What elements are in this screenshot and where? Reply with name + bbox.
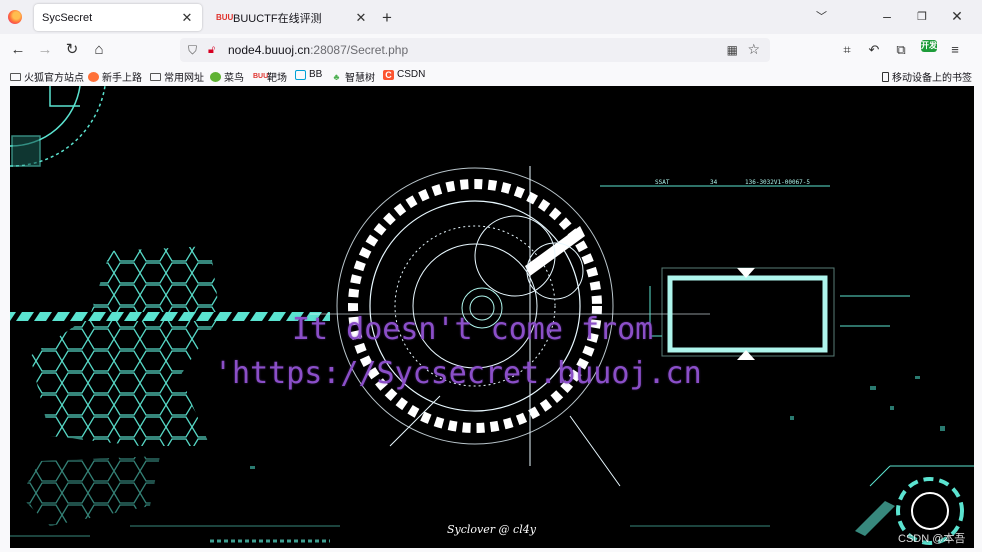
url-host: node4.buuoj.cn [228, 43, 311, 57]
tracking-shield-icon[interactable]: ⛉ [188, 43, 202, 58]
bookmark-label: 常用网址 [164, 73, 204, 84]
bookmark-star-icon[interactable]: ☆ [747, 41, 760, 58]
tree-icon: ♣ [333, 71, 340, 82]
bookmark-label: BB [309, 69, 323, 80]
undo-icon[interactable]: ↶ [865, 41, 883, 59]
bookmark-label: 火狐官方站点 [24, 73, 84, 84]
mobile-bookmarks[interactable]: 移动设备上的书签 [882, 69, 972, 84]
url-bar[interactable]: ⛉ 🔓︎ node4.buuoj.cn:28087/Secret.php ▦ ☆ [180, 38, 770, 62]
tab-buuctf[interactable]: BUU BUUCTF在线评测 ✕ [208, 4, 376, 31]
mobile-phone-icon [882, 71, 889, 82]
svg-text:136-3032V1-00067-5: 136-3032V1-00067-5 [745, 179, 810, 186]
dev-extension-icon[interactable]: 开发 [921, 40, 937, 52]
svg-text:SSAT: SSAT [655, 179, 670, 186]
reload-icon[interactable]: ↻ [62, 40, 82, 60]
bookmark-item[interactable]: C CSDN [383, 69, 425, 80]
bookmark-label: 智慧树 [345, 73, 375, 84]
back-arrow-icon[interactable]: ← [8, 40, 28, 60]
referer-message-line1: It doesn't come from [292, 312, 654, 347]
tab-title: SycSecret [42, 11, 93, 24]
svg-text:34: 34 [710, 179, 718, 186]
bookmark-item[interactable]: 常用网址 [150, 69, 204, 84]
mobile-bookmarks-label: 移动设备上的书签 [892, 73, 972, 84]
close-tab-icon[interactable]: ✕ [180, 10, 194, 26]
forward-arrow-icon[interactable]: → [35, 40, 55, 60]
minimize-icon[interactable]: – [872, 8, 902, 24]
bookmark-label: 新手上路 [102, 73, 142, 84]
csdn-icon: C [383, 69, 394, 80]
bookmark-item[interactable]: 新手上路 [88, 69, 142, 84]
tab-bar: SycSecret ✕ BUU BUUCTF在线评测 ✕ + ﹀ – ❐ ✕ [0, 0, 982, 34]
bookmark-label: 靶场 [267, 73, 287, 84]
runoob-icon [210, 71, 221, 82]
window-close-icon[interactable]: ✕ [942, 8, 972, 25]
firefox-icon [88, 71, 99, 82]
nav-bar: ← → ↻ ⌂ ⛉ 🔓︎ node4.buuoj.cn:28087/Secret… [0, 34, 982, 66]
insecure-lock-icon[interactable]: 🔓︎ [208, 44, 222, 57]
signature-text: Syclover @ cl4y [447, 523, 536, 536]
csdn-watermark: CSDN @本吾 [898, 533, 966, 545]
bookmark-item[interactable]: BB [295, 69, 322, 80]
qr-code-icon[interactable]: ▦ [727, 43, 738, 57]
home-icon[interactable]: ⌂ [89, 40, 109, 60]
list-tabs-chevron-down-icon[interactable]: ﹀ [816, 8, 827, 24]
hud-label-text: SSAT 34 136-3032V1-00067-5 [655, 179, 810, 186]
bookmark-label: CSDN [397, 69, 426, 80]
url-path: :28087/Secret.php [310, 43, 409, 57]
corner-circuit-top-left [10, 86, 106, 167]
tab-title: BUUCTF在线评测 [233, 12, 322, 25]
close-tab-icon[interactable]: ✕ [354, 10, 368, 26]
referer-message-line2: 'https://Sycsecret.buuoj.cn [214, 356, 702, 391]
page-content: SSAT 34 136-3032V1-00067-5 It doesn't co… [10, 86, 974, 548]
extensions-puzzle-icon[interactable]: ⧉ [892, 41, 910, 59]
bilibili-icon [295, 69, 306, 80]
buu-favicon-icon: BUU [216, 12, 234, 22]
striped-bar [10, 312, 330, 321]
bookmark-item[interactable]: ♣ 智慧树 [331, 69, 375, 85]
hexagon-grid [20, 246, 220, 526]
new-tab-plus-icon[interactable]: + [382, 8, 392, 28]
restore-icon[interactable]: ❐ [907, 10, 937, 23]
crop-screenshot-icon[interactable]: ⌗ [838, 41, 856, 59]
folder-icon [10, 72, 21, 81]
menu-hamburger-icon[interactable]: ≡ [946, 41, 964, 59]
firefox-logo-icon[interactable] [8, 10, 22, 24]
bookmarks-bar: 火狐官方站点 新手上路 常用网址 菜鸟 BUU 靶场 BB ♣ 智慧树 C CS… [0, 66, 982, 86]
buu-icon: BUU [253, 72, 269, 80]
folder-icon [150, 72, 161, 81]
bookmark-label: 菜鸟 [224, 73, 244, 84]
bookmark-item[interactable]: BUU 靶场 [253, 69, 287, 85]
bookmark-item[interactable]: 火狐官方站点 [10, 69, 84, 84]
tab-sycsecret[interactable]: SycSecret ✕ [34, 4, 202, 31]
bookmark-item[interactable]: 菜鸟 [210, 69, 244, 84]
